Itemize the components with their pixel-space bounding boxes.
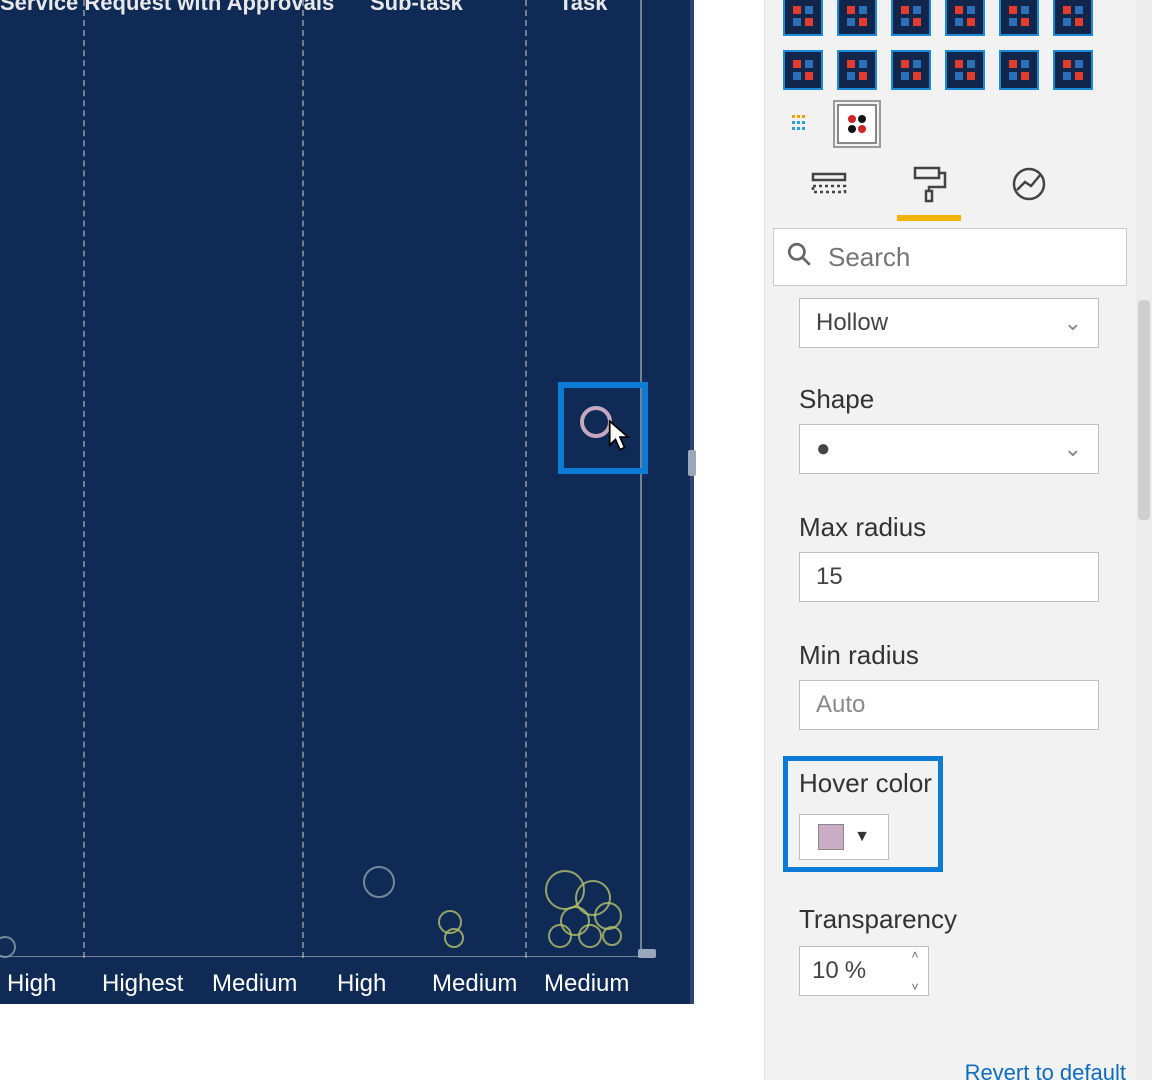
grid-line (83, 0, 85, 958)
chart-scrollbar-horizontal[interactable] (0, 953, 694, 956)
viz-tile-custom[interactable] (999, 0, 1039, 36)
format-search[interactable] (773, 228, 1127, 286)
data-marker[interactable] (548, 924, 572, 948)
format-tabs (803, 158, 1103, 216)
chevron-up-icon[interactable]: ˄ (904, 949, 926, 961)
spinner-buttons[interactable]: ˄˅ (904, 949, 926, 993)
plot-border-bottom (0, 956, 648, 957)
scroll-thumb[interactable] (1138, 300, 1150, 520)
x-tick-label: High (7, 970, 56, 998)
input-placeholder: Auto (816, 691, 865, 719)
shape-label: Shape (799, 384, 874, 415)
x-tick-label: High (337, 970, 386, 998)
input-value: 15 (816, 563, 843, 591)
viz-tile-custom[interactable] (837, 50, 877, 90)
viz-tile-custom[interactable] (837, 0, 877, 36)
data-marker[interactable] (578, 924, 602, 948)
marker-style-dropdown[interactable]: Hollow ⌄ (799, 298, 1099, 348)
scroll-thumb[interactable] (638, 949, 656, 958)
viz-tile-custom[interactable] (891, 50, 931, 90)
panel-scrollbar[interactable] (1136, 0, 1152, 1080)
viz-tile-custom[interactable] (1053, 50, 1093, 90)
grid-line (525, 0, 527, 958)
tab-analytics[interactable] (1003, 163, 1055, 211)
paint-roller-icon (909, 164, 949, 211)
grid-line (302, 0, 304, 958)
spinner-value: 10 (812, 957, 839, 985)
chevron-down-icon: ⌄ (1064, 436, 1082, 462)
x-tick-label: Highest (102, 970, 183, 998)
color-swatch (818, 824, 844, 850)
tab-format[interactable] (903, 163, 955, 211)
scroll-thumb[interactable] (688, 450, 696, 476)
spinner-unit: % (845, 957, 866, 985)
chevron-down-icon: ⌄ (1064, 310, 1082, 336)
plot-border-right (640, 0, 642, 958)
data-marker[interactable] (602, 926, 622, 946)
x-tick-label: Medium (432, 970, 517, 998)
revert-to-default-link[interactable]: Revert to default (965, 1060, 1126, 1086)
x-tick-label: Medium (544, 970, 629, 998)
x-tick-label: Medium (212, 970, 297, 998)
viz-tile-custom[interactable] (783, 0, 823, 36)
viz-tile-palette[interactable] (783, 104, 823, 144)
data-marker[interactable] (444, 928, 464, 948)
fields-icon (809, 164, 849, 211)
tab-fields[interactable] (803, 163, 855, 211)
min-radius-input[interactable]: Auto (799, 680, 1099, 730)
viz-tile-selected[interactable] (837, 104, 877, 144)
transparency-label: Transparency (799, 904, 957, 935)
viz-tile-custom[interactable] (783, 50, 823, 90)
max-radius-label: Max radius (799, 512, 926, 543)
chevron-down-icon: ▼ (854, 828, 870, 846)
viz-tile-custom[interactable] (945, 50, 985, 90)
chevron-down-icon[interactable]: ˅ (904, 981, 926, 993)
visualizations-format-panel: Hollow ⌄ Shape ● ⌄ Max radius 15 Min rad… (764, 0, 1152, 1080)
col-header: Task (559, 0, 608, 16)
dropdown-value: Hollow (816, 309, 888, 337)
max-radius-input[interactable]: 15 (799, 552, 1099, 602)
mouse-cursor-icon (608, 420, 632, 452)
chart-scrollbar-vertical[interactable] (690, 0, 694, 1004)
analytics-icon (1009, 164, 1049, 211)
hover-color-picker[interactable]: ▼ (799, 814, 889, 860)
x-axis: High Highest Medium High Medium Medium (0, 958, 694, 1004)
search-icon (786, 241, 812, 274)
hover-color-label: Hover color (799, 768, 932, 799)
col-header: Service Request with Approvals (0, 0, 334, 16)
dropdown-value: ● (816, 435, 831, 463)
chart-column-headers: Service Request with Approvals Sub-task … (0, 0, 694, 15)
min-radius-label: Min radius (799, 640, 919, 671)
viz-tile-custom[interactable] (999, 50, 1039, 90)
col-header: Sub-task (370, 0, 463, 16)
search-input[interactable] (828, 242, 1152, 273)
shape-dropdown[interactable]: ● ⌄ (799, 424, 1099, 474)
chart-canvas[interactable]: Service Request with Approvals Sub-task … (0, 0, 694, 1004)
viz-tile-custom[interactable] (1053, 0, 1093, 36)
viz-tile-custom[interactable] (891, 0, 931, 36)
transparency-spinner[interactable]: 10 % ˄˅ (799, 946, 929, 996)
data-marker[interactable] (363, 866, 395, 898)
viz-tile-custom[interactable] (945, 0, 985, 36)
visualization-type-grid (783, 0, 1127, 144)
